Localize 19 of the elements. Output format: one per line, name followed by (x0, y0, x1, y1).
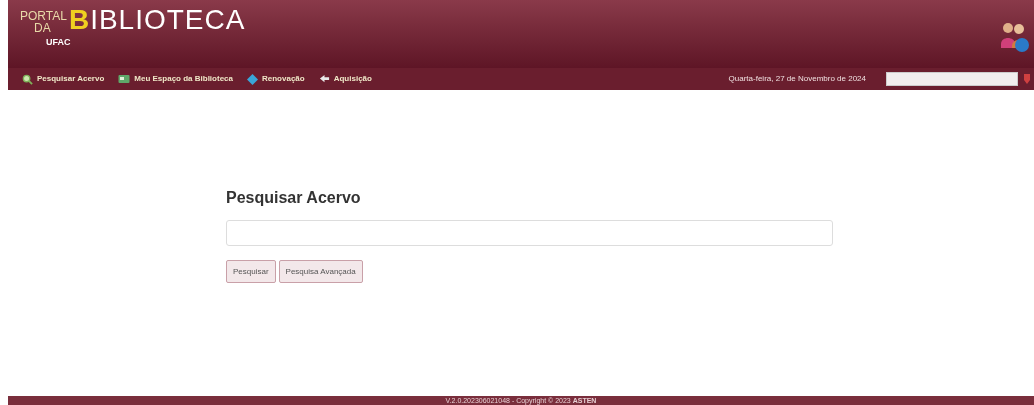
diamond-icon (247, 73, 258, 85)
nav-link[interactable]: Pesquisar Acervo (37, 73, 105, 85)
nav-link[interactable]: Aquisição (333, 73, 372, 85)
shield-icon (1024, 74, 1030, 84)
nav-link[interactable]: Renovação (262, 73, 305, 85)
logo-subtitle: UFAC (45, 36, 72, 49)
search-icon (22, 73, 33, 85)
card-icon (118, 74, 131, 84)
nav-link[interactable]: Meu Espaço da Biblioteca (134, 73, 233, 85)
dropdown-field[interactable] (886, 72, 1018, 86)
page-title: Pesquisar Acervo (226, 188, 362, 208)
users-help-icon (1000, 20, 1030, 54)
logo-text: PORTAL (20, 10, 67, 22)
logo-text: BIBLIOTECA (68, 6, 246, 34)
search-button[interactable]: Pesquisar (226, 260, 276, 283)
search-field[interactable] (226, 220, 833, 246)
search-button[interactable]: Pesquisa Avançada (278, 260, 363, 283)
date-label: Quarta-feira, 27 de Novembro de 2024 (728, 73, 866, 85)
logo-text: DA (33, 22, 52, 34)
